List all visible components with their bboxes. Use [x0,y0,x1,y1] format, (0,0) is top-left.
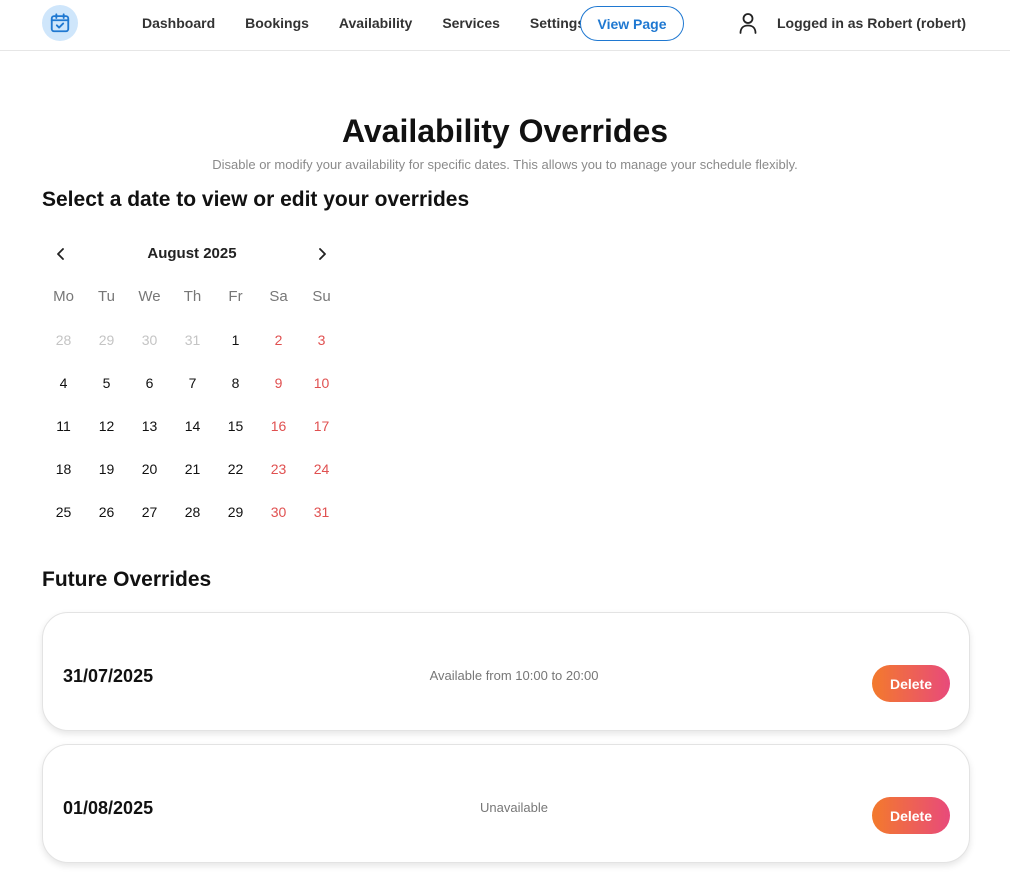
select-date-heading: Select a date to view or edit your overr… [42,188,470,211]
calendar-day[interactable]: 15 [214,404,257,447]
calendar-day[interactable]: 12 [85,404,128,447]
calendar-days-grid: 28 29 30 31 1 2 3 4 5 6 7 8 9 10 11 12 13 14 15 16 17 18 19 20 2… [42,318,343,533]
calendar-day[interactable]: 30 [257,490,300,533]
calendar-day[interactable]: 19 [85,447,128,490]
calendar-day[interactable]: 10 [300,361,343,404]
override-status: Unavailable [480,800,548,815]
calendar-day[interactable]: 2 [257,318,300,361]
calendar-day[interactable]: 26 [85,490,128,533]
delete-override-button[interactable]: Delete [872,665,950,702]
calendar-day[interactable]: 31 [300,490,343,533]
calendar-day[interactable]: 22 [214,447,257,490]
calendar-day[interactable]: 23 [257,447,300,490]
user-label: Logged in as Robert (robert) [777,15,966,31]
weekday-label: Sa [269,288,288,305]
calendar-day[interactable]: 6 [128,361,171,404]
calendar-check-icon [50,13,70,33]
chevron-right-icon [319,248,326,260]
calendar-header: August 2025 [42,236,342,272]
override-card: 31/07/2025 Available from 10:00 to 20:00… [42,612,970,731]
calendar-day[interactable]: 18 [42,447,85,490]
calendar: August 2025 Mo Tu We Th Fr Sa Su 28 29 30 3… [42,236,342,520]
calendar-day[interactable]: 14 [171,404,214,447]
weekday-label: We [138,288,161,305]
calendar-day[interactable]: 16 [257,404,300,447]
calendar-day[interactable]: 7 [171,361,214,404]
user-icon [739,13,757,34]
calendar-day[interactable]: 3 [300,318,343,361]
user-menu[interactable]: Logged in as Robert (robert) [738,10,966,36]
nav-bookings[interactable]: Bookings [245,15,309,31]
calendar-day[interactable]: 31 [171,318,214,361]
calendar-day[interactable]: 9 [257,361,300,404]
page-title: Availability Overrides [341,113,669,149]
calendar-day[interactable]: 11 [42,404,85,447]
view-page-button[interactable]: View Page [580,6,684,41]
weekday-row: Mo Tu We Th Fr Sa Su [42,288,343,305]
weekday-label: Th [183,288,202,305]
calendar-day[interactable]: 13 [128,404,171,447]
calendar-day[interactable]: 20 [128,447,171,490]
nav-availability[interactable]: Availability [339,15,412,31]
prev-month-button[interactable] [49,242,73,266]
weekday-label: Fr [228,288,243,305]
top-navbar: Dashboard Bookings Availability Services… [0,0,1010,51]
main-nav: Dashboard Bookings Availability Services… [142,0,615,46]
override-card: 01/08/2025 Unavailable Delete [42,744,970,863]
weekday-label: Mo [53,288,74,305]
calendar-day[interactable]: 25 [42,490,85,533]
calendar-day[interactable]: 27 [128,490,171,533]
future-overrides-heading: Future Overrides [42,568,212,591]
app-logo[interactable] [42,5,78,41]
calendar-day[interactable]: 29 [214,490,257,533]
override-status: Available from 10:00 to 20:00 [429,668,599,683]
chevron-left-icon [57,248,64,260]
calendar-day[interactable]: 5 [85,361,128,404]
delete-override-button[interactable]: Delete [872,797,950,834]
nav-settings[interactable]: Settings [530,15,585,31]
calendar-day[interactable]: 29 [85,318,128,361]
calendar-day[interactable]: 17 [300,404,343,447]
weekday-label: Tu [98,288,115,305]
page-subtitle: Disable or modify your availability for … [212,157,798,172]
calendar-day[interactable]: 21 [171,447,214,490]
next-month-button[interactable] [310,242,334,266]
nav-services[interactable]: Services [442,15,500,31]
calendar-day[interactable]: 30 [128,318,171,361]
calendar-day[interactable]: 28 [42,318,85,361]
weekday-label: Su [312,288,331,305]
nav-dashboard[interactable]: Dashboard [142,15,215,31]
calendar-day[interactable]: 28 [171,490,214,533]
calendar-day[interactable]: 8 [214,361,257,404]
calendar-day[interactable]: 24 [300,447,343,490]
calendar-month-label: August 2025 [147,245,237,262]
calendar-day[interactable]: 4 [42,361,85,404]
calendar-day[interactable]: 1 [214,318,257,361]
